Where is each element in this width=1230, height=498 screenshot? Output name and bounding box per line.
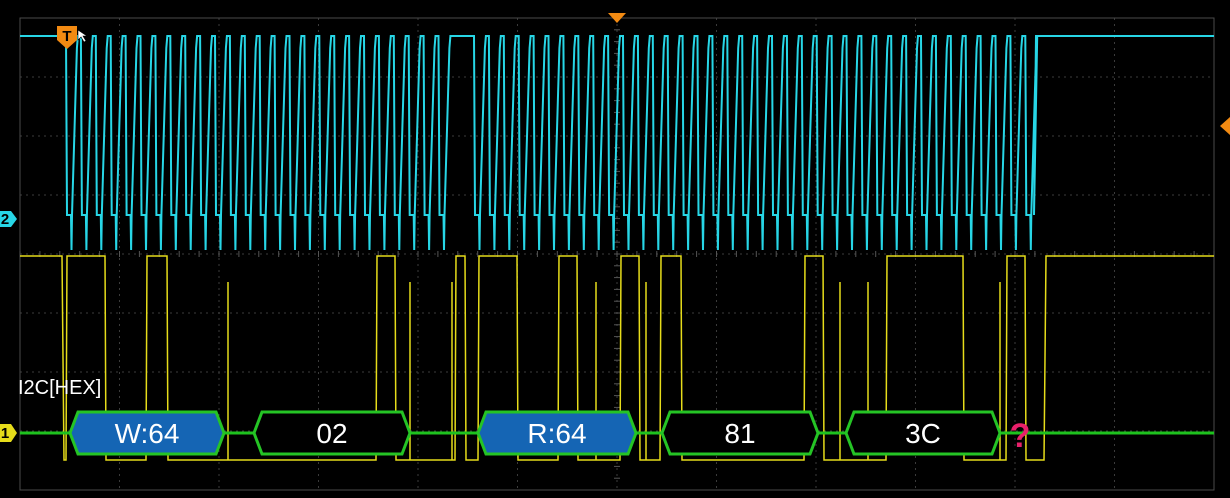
packet-label: W:64 (115, 418, 180, 449)
error-marker: ? (1010, 417, 1031, 455)
trigger-marker-label: T (62, 28, 71, 45)
packet-label: 81 (724, 418, 755, 449)
packet-label: 3C (905, 418, 941, 449)
packet-1[interactable]: 02 (252, 410, 412, 456)
oscilloscope-display: W:64 02 R:64 81 3C I2C[HEX] ? T 2 1 (0, 0, 1230, 498)
packet-2[interactable]: R:64 (476, 410, 638, 456)
packet-0[interactable]: W:64 (68, 410, 226, 456)
packet-4[interactable]: 3C (844, 410, 1002, 456)
packet-label: R:64 (527, 418, 586, 449)
decode-label: I2C[HEX] (18, 377, 101, 399)
decode-packets: W:64 02 R:64 81 3C (68, 410, 1002, 456)
decode-marker-label: 1 (1, 425, 9, 442)
channel2-marker-label: 2 (1, 211, 9, 228)
packet-label: 02 (316, 418, 347, 449)
packet-3[interactable]: 81 (660, 410, 820, 456)
